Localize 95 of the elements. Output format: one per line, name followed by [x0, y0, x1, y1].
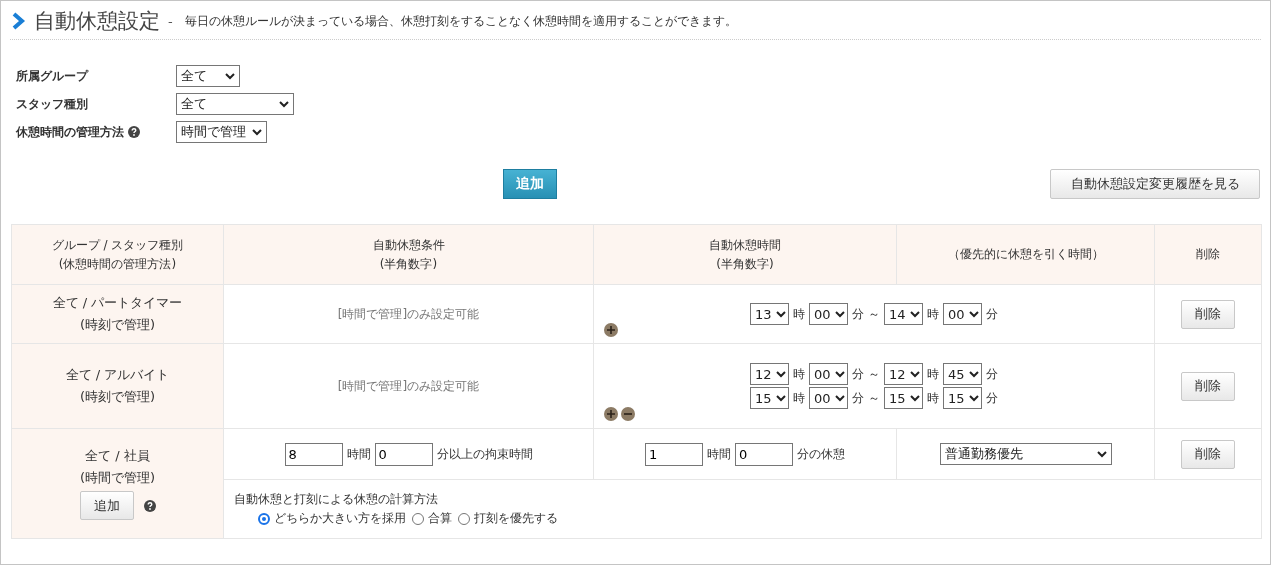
filter-label: スタッフ種別 [16, 95, 88, 113]
radio-button[interactable] [412, 512, 424, 525]
caret-icon [1096, 450, 1107, 458]
dropdown[interactable]: 00 [809, 303, 848, 325]
unit-label: 時間 [707, 445, 731, 463]
management-method: (時間で管理) [79, 469, 156, 487]
condition-note: [時間で管理]のみ設定可能 [337, 378, 480, 393]
chevron-icon [12, 12, 26, 30]
unit-label: ～ [868, 389, 880, 407]
group-name: 全て / 社員 [85, 447, 150, 465]
dropdown[interactable]: 時間で管理 [176, 121, 267, 143]
management-method: (時刻で管理) [79, 388, 156, 406]
help-icon[interactable] [143, 499, 156, 512]
add-button[interactable]: 追加 [79, 491, 134, 520]
caret-icon [834, 370, 845, 378]
title-separator: - [168, 13, 173, 29]
caret-icon [968, 370, 979, 378]
unit-label: 時 [927, 365, 939, 383]
column-note: (休憩時間の管理方法) [58, 255, 177, 273]
column-header: 自動休憩条件 [372, 236, 445, 254]
page-description: 毎日の休憩ルールが決まっている場合、休憩打刻をすることなく休憩時間を適用することができます。 [184, 12, 737, 30]
number-field[interactable]: 0 [735, 442, 793, 466]
condition-note: [時間で管理]のみ設定可能 [337, 306, 480, 321]
caret-icon [225, 72, 235, 80]
radio-label: どちらか大きい方を採用 [274, 510, 406, 527]
unit-label: ～ [868, 305, 880, 323]
number-field[interactable]: 0 [374, 442, 433, 466]
plus-icon[interactable] [604, 407, 618, 421]
group-name: 全て / アルバイト [65, 366, 170, 384]
dropdown[interactable]: 13 [750, 303, 789, 325]
number-field[interactable]: 1 [645, 442, 703, 466]
caret-icon [279, 100, 289, 108]
unit-label: 分 [986, 389, 998, 407]
dropdown[interactable]: 15 [884, 387, 923, 409]
calculation-title: 自動休憩と打刻による休憩の計算方法 [234, 491, 439, 508]
column-note: (半角数字) [379, 255, 438, 273]
column-note: (半角数字) [716, 255, 774, 273]
dropdown[interactable]: 普通勤務優先 [939, 443, 1112, 465]
unit-label: 時 [793, 389, 805, 407]
unit-label: 分 [852, 365, 864, 383]
unit-label: 分 [986, 365, 998, 383]
unit-label: ～ [868, 365, 880, 383]
dropdown[interactable]: 00 [809, 387, 848, 409]
caret-icon [909, 394, 920, 402]
delete-button[interactable]: 削除 [1181, 439, 1235, 469]
caret-icon [775, 394, 786, 402]
plus-icon[interactable] [604, 323, 618, 337]
group-name: 全て / パートタイマー [52, 294, 183, 312]
help-icon[interactable] [128, 126, 140, 138]
dropdown[interactable]: 15 [943, 387, 982, 409]
column-header: グループ / スタッフ種別 [51, 236, 184, 254]
caret-icon [909, 370, 920, 378]
filter-label: 休憩時間の管理方法 [16, 123, 124, 141]
caret-icon [252, 128, 262, 136]
unit-label: 時 [793, 305, 805, 323]
caret-icon [909, 310, 920, 318]
page-title: 自動休憩設定 [34, 8, 160, 35]
number-field[interactable]: 8 [284, 442, 343, 466]
minus-icon[interactable] [621, 407, 635, 421]
unit-label: 時 [927, 389, 939, 407]
dropdown[interactable]: 14 [884, 303, 923, 325]
dropdown[interactable]: 12 [750, 363, 789, 385]
history-button[interactable]: 自動休憩設定変更履歴を見る [1050, 169, 1260, 199]
radio-button[interactable] [458, 512, 470, 525]
unit-label: 時間 [346, 445, 371, 463]
caret-icon [834, 394, 845, 402]
filter-label: 所属グループ [16, 67, 88, 85]
dropdown[interactable]: 45 [943, 363, 982, 385]
delete-button[interactable]: 削除 [1181, 371, 1235, 401]
radio-label: 打刻を優先する [474, 510, 558, 527]
caret-icon [834, 310, 845, 318]
unit-label: 時 [793, 365, 805, 383]
caret-icon [968, 394, 979, 402]
dropdown[interactable]: 00 [943, 303, 982, 325]
unit-label: 分の休憩 [797, 445, 845, 463]
management-method: (時刻で管理) [79, 316, 156, 334]
radio-label: 合算 [428, 510, 452, 527]
unit-label: 分以上の拘束時間 [436, 445, 533, 463]
unit-label: 分 [852, 389, 864, 407]
dropdown[interactable]: 15 [750, 387, 789, 409]
dropdown[interactable]: 12 [884, 363, 923, 385]
unit-label: 時 [927, 305, 939, 323]
caret-icon [775, 370, 786, 378]
caret-icon [775, 310, 786, 318]
dropdown[interactable]: 全て [176, 93, 294, 115]
column-header: （優先的に休憩を引く時間） [947, 246, 1104, 263]
dropdown[interactable]: 00 [809, 363, 848, 385]
dropdown[interactable]: 全て [176, 65, 240, 87]
caret-icon [968, 310, 979, 318]
delete-button[interactable]: 削除 [1181, 299, 1235, 329]
column-header: 自動休憩時間 [709, 236, 781, 254]
unit-label: 分 [852, 305, 864, 323]
unit-label: 分 [986, 305, 998, 323]
radio-button[interactable] [258, 512, 270, 525]
column-header: 削除 [1196, 246, 1220, 263]
